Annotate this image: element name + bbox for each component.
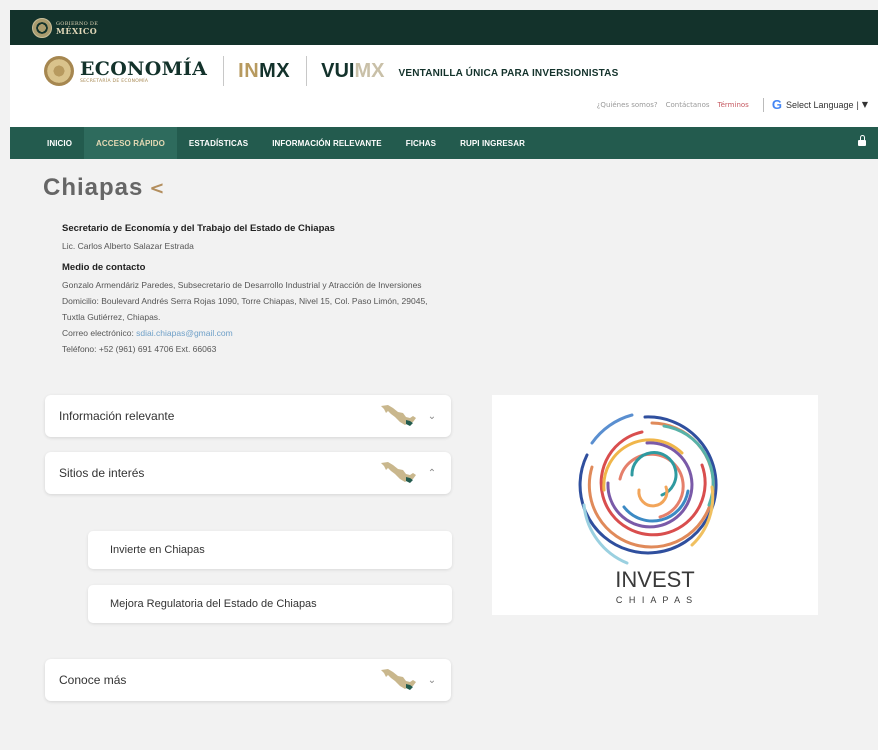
contact-heading: Medio de contacto xyxy=(62,262,146,273)
link-terminos[interactable]: Términos xyxy=(718,101,749,109)
inmx-logo[interactable]: INMX xyxy=(238,60,290,83)
invest-subtitle: C H I A P A S xyxy=(616,595,694,605)
contact-person: Gonzalo Armendáriz Paredes, Subsecretari… xyxy=(62,280,422,290)
nav-acceso-rapido[interactable]: ACCESO RÁPIDO xyxy=(84,127,177,159)
nav-fichas[interactable]: FICHAS xyxy=(394,127,448,159)
accordion-sitios-de-interes[interactable]: Sitios de interés ⌃ xyxy=(45,452,451,494)
nav-inicio[interactable]: INICIO xyxy=(35,127,84,159)
contact-city: Tuxtla Gutiérrez, Chiapas. xyxy=(62,312,161,322)
mexico-map-icon xyxy=(381,462,416,483)
invest-chiapas-banner[interactable]: INVEST C H I A P A S xyxy=(492,395,818,615)
main-nav: INICIO ACCESO RÁPIDO ESTADÍSTICAS INFORM… xyxy=(10,127,878,159)
economia-subtitle: SECRETARÍA DE ECONOMÍA xyxy=(80,78,149,84)
language-dropdown-icon[interactable]: ▼ xyxy=(862,100,868,109)
invest-chiapas-logo: INVEST C H I A P A S xyxy=(578,413,718,605)
nav-estadisticas[interactable]: ESTADÍSTICAS xyxy=(177,127,260,159)
mexico-map-icon xyxy=(381,405,416,426)
contact-phone: Teléfono: +52 (961) 691 4706 Ext. 66063 xyxy=(62,344,217,354)
chevron-down-icon: ⌄ xyxy=(427,410,437,422)
header-divider xyxy=(223,56,225,86)
economia-title: ECONOMÍA xyxy=(80,57,208,80)
header-divider xyxy=(306,56,308,86)
utility-divider xyxy=(762,97,764,112)
language-separator: | xyxy=(856,99,859,110)
language-selector[interactable]: Select Language xyxy=(786,100,854,110)
brand-row: ECONOMÍA SECRETARÍA DE ECONOMÍA INMX VUI… xyxy=(44,56,618,86)
lock-icon[interactable] xyxy=(858,135,866,146)
chevron-down-icon: ⌄ xyxy=(427,674,437,686)
economia-logo[interactable]: ECONOMÍA SECRETARÍA DE ECONOMÍA xyxy=(44,56,207,86)
site-header: ECONOMÍA SECRETARÍA DE ECONOMÍA INMX VUI… xyxy=(10,45,878,127)
economia-seal-icon xyxy=(44,56,74,86)
chevron-up-icon: ⌃ xyxy=(427,467,437,479)
ventanilla-title: VENTANILLA ÚNICA PARA INVERSIONISTAS xyxy=(398,67,619,79)
contact-email-link[interactable]: sdiai.chiapas@gmail.com xyxy=(136,328,233,338)
accordion-label: Sitios de interés xyxy=(59,466,145,480)
accordion-label: Información relevante xyxy=(59,409,175,423)
secretary-name: Lic. Carlos Alberto Salazar Estrada xyxy=(62,241,194,251)
vuimx-logo[interactable]: VUIMX xyxy=(321,60,384,83)
gobierno-mexico-logo[interactable]: GOBIERNO DE MÉXICO xyxy=(32,17,98,38)
site-link-invierte-en-chiapas[interactable]: Invierte en Chiapas xyxy=(88,531,452,569)
accordion-conoce-mas[interactable]: Conoce más ⌄ xyxy=(45,659,451,701)
invest-title: INVEST xyxy=(615,567,694,592)
contact-info: Secretario de Economía y del Trabajo del… xyxy=(62,223,428,357)
page-title: Chiapas xyxy=(43,174,144,201)
page-title-row: Chiapas < xyxy=(43,174,164,202)
secretary-heading: Secretario de Economía y del Trabajo del… xyxy=(62,223,335,234)
link-quienes-somos[interactable]: ¿Quiénes somos? xyxy=(597,101,658,109)
accordion-informacion-relevante[interactable]: Información relevante ⌄ xyxy=(45,395,451,437)
national-seal-icon xyxy=(32,17,52,38)
government-bar: GOBIERNO DE MÉXICO xyxy=(10,10,878,45)
nav-informacion-relevante[interactable]: INFORMACIÓN RELEVANTE xyxy=(260,127,394,159)
link-contactanos[interactable]: Contáctanos xyxy=(666,101,710,109)
accordion-label: Conoce más xyxy=(59,673,127,687)
contact-email-row: Correo electrónico: sdiai.chiapas@gmail.… xyxy=(62,328,233,338)
site-link-mejora-regulatoria[interactable]: Mejora Regulatoria del Estado de Chiapas xyxy=(88,585,452,623)
gov-logo-line2: MÉXICO xyxy=(56,25,98,36)
mexico-map-icon xyxy=(381,669,416,690)
google-translate-icon: G xyxy=(771,97,782,112)
share-icon[interactable]: < xyxy=(149,178,164,199)
utility-links: ¿Quiénes somos? Contáctanos Términos G S… xyxy=(589,97,868,112)
contact-address: Domicilio: Boulevard Andrés Serra Rojas … xyxy=(62,296,428,306)
nav-rupi-ingresar[interactable]: RUPI INGRESAR xyxy=(448,127,537,159)
browser-viewport: GOBIERNO DE MÉXICO ECONOMÍA SECRETARÍA D… xyxy=(10,10,878,750)
